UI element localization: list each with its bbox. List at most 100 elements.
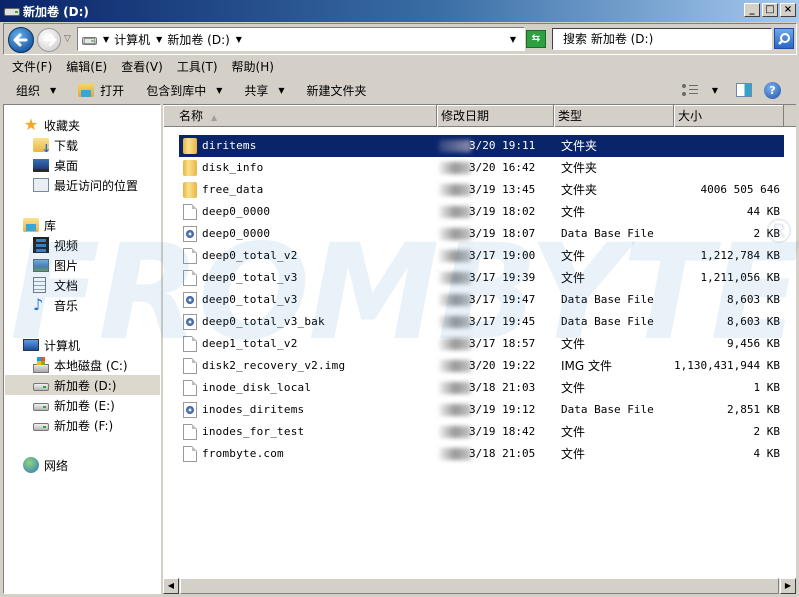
blurred-date-year xyxy=(439,184,471,196)
recent-pages-dropdown[interactable]: ▽ xyxy=(64,34,71,44)
search-button[interactable] xyxy=(774,28,794,49)
breadcrumb-separator[interactable]: ▼ xyxy=(103,35,109,44)
scroll-left-button[interactable]: ◀ xyxy=(163,578,179,594)
nav-pictures[interactable]: 图片 xyxy=(33,255,78,275)
file-row[interactable]: diritems 3/20 19:11 文件夹 xyxy=(163,135,796,157)
file-row[interactable]: deep0_total_v2 3/17 19:00 文件 1,212,784 KB xyxy=(163,245,796,267)
nav-label: 图片 xyxy=(54,258,79,273)
nav-libraries[interactable]: 库 xyxy=(23,215,56,235)
nav-label: 视频 xyxy=(54,238,79,253)
scrollbar-thumb[interactable] xyxy=(180,578,779,594)
file-row[interactable]: deep1_total_v2 3/17 18:57 文件 9,456 KB xyxy=(163,333,796,355)
nav-documents[interactable]: 文档 xyxy=(33,275,78,295)
file-row[interactable]: inodes_diritems 3/19 19:12 Data Base File 2… xyxy=(163,399,796,421)
search-input[interactable]: 搜索 新加卷 (D:) xyxy=(552,28,772,50)
organize-button[interactable]: 组织 ▼ xyxy=(16,82,56,99)
file-row[interactable]: deep0_0000 3/19 18:02 文件 44 KB xyxy=(163,201,796,223)
minimize-button[interactable]: _ xyxy=(744,3,760,17)
view-options-icon[interactable] xyxy=(681,84,698,96)
nav-label: 计算机 xyxy=(44,338,81,353)
view-dropdown-button[interactable]: ▼ xyxy=(712,86,718,95)
nav-computer[interactable]: 计算机 xyxy=(23,335,80,355)
nav-network[interactable]: 网络 xyxy=(23,455,68,475)
scroll-right-button[interactable]: ▶ xyxy=(780,578,796,594)
menu-edit[interactable]: 编辑(E) xyxy=(66,58,107,75)
share-button[interactable]: 共享 ▼ xyxy=(244,82,284,99)
blurred-date-year xyxy=(439,316,471,328)
file-type: 文件夹 xyxy=(561,161,598,175)
horizontal-scrollbar[interactable]: ◀ ▶ xyxy=(163,577,796,594)
file-size: 1 KB xyxy=(753,381,781,394)
column-header-size[interactable]: 大小 xyxy=(674,105,784,127)
back-button[interactable] xyxy=(8,27,34,53)
drive-icon xyxy=(4,8,20,16)
nav-drive-e[interactable]: 新加卷 (E:) xyxy=(33,395,115,415)
menu-file[interactable]: 文件(F) xyxy=(12,58,52,75)
file-icon xyxy=(183,380,197,396)
file-date: 3/17 19:45 xyxy=(469,315,536,328)
recent-places-icon xyxy=(33,178,49,192)
pictures-icon xyxy=(33,258,49,272)
file-row[interactable]: deep0_total_v3_bak 3/17 19:45 Data Base Fi… xyxy=(163,311,796,333)
file-size: 8,603 KB xyxy=(727,315,780,328)
file-row[interactable]: inodes_for_test 3/19 18:42 文件 2 KB xyxy=(163,421,796,443)
file-icon xyxy=(183,446,197,462)
nav-recent-places[interactable]: 最近访问的位置 xyxy=(33,175,138,195)
file-icon xyxy=(183,248,197,264)
nav-downloads[interactable]: 下载 xyxy=(33,135,78,155)
breadcrumb-separator[interactable]: ▼ xyxy=(236,35,242,44)
menu-view[interactable]: 查看(V) xyxy=(121,58,163,75)
breadcrumb-separator[interactable]: ▼ xyxy=(156,35,162,44)
command-bar: 组织 ▼ 打开 包含到库中 ▼ 共享 ▼ 新建文件夹 ▼ ? xyxy=(0,78,799,102)
file-row[interactable]: frombyte.com 3/18 21:05 文件 4 KB xyxy=(163,443,796,465)
file-row[interactable]: deep0_total_v3 3/17 19:39 文件 1,211,056 KB xyxy=(163,267,796,289)
navigation-bar: ▽ ▼ 计算机 ▼ 新加卷 (D:) ▼ ▼ ⇆ 搜索 新加卷 (D:) xyxy=(3,23,797,55)
column-header-name[interactable]: 名称 ▲ xyxy=(163,105,437,127)
nav-label: 文档 xyxy=(54,278,79,293)
refresh-button[interactable]: ⇆ xyxy=(526,30,546,48)
file-row[interactable]: deep0_total_v3 3/17 19:47 Data Base File 8,… xyxy=(163,289,796,311)
file-icon xyxy=(183,336,197,352)
blurred-date-year xyxy=(439,162,471,174)
maximize-button[interactable]: □ xyxy=(762,3,778,17)
new-folder-button[interactable]: 新建文件夹 xyxy=(307,82,367,99)
close-button[interactable]: × xyxy=(780,3,796,17)
forward-button[interactable] xyxy=(37,28,61,52)
nav-music[interactable]: ♪ 音乐 xyxy=(33,295,78,315)
nav-drive-d[interactable]: 新加卷 (D:) xyxy=(5,375,160,395)
include-in-library-button[interactable]: 包含到库中 ▼ xyxy=(146,82,222,99)
documents-icon xyxy=(33,277,46,293)
preview-pane-icon[interactable] xyxy=(736,83,752,97)
nav-videos[interactable]: 视频 xyxy=(33,235,78,255)
menu-help[interactable]: 帮助(H) xyxy=(232,58,274,75)
file-name: deep1_total_v2 xyxy=(202,337,298,350)
blurred-date-year xyxy=(439,140,471,152)
nav-drive-f[interactable]: 新加卷 (F:) xyxy=(33,415,113,435)
drive-icon xyxy=(33,423,49,431)
network-icon xyxy=(23,457,39,473)
menu-tools[interactable]: 工具(T) xyxy=(177,58,218,75)
file-date: 3/19 18:02 xyxy=(469,205,536,218)
open-button[interactable]: 打开 xyxy=(78,82,124,99)
blurred-date-year xyxy=(439,272,471,284)
breadcrumb-drive-d[interactable]: 新加卷 (D:) xyxy=(167,31,229,48)
address-bar[interactable]: ▼ 计算机 ▼ 新加卷 (D:) ▼ ▼ xyxy=(77,27,525,51)
file-row[interactable]: inode_disk_local 3/18 21:03 文件 1 KB xyxy=(163,377,796,399)
system-drive-icon xyxy=(33,356,49,373)
file-name: disk_info xyxy=(202,161,264,174)
nav-desktop[interactable]: 桌面 xyxy=(33,155,78,175)
file-row[interactable]: disk_info 3/20 16:42 文件夹 xyxy=(163,157,796,179)
nav-favorites[interactable]: ★ 收藏夹 xyxy=(23,115,80,135)
file-row[interactable]: free_data 3/19 13:45 文件夹 4006 505 646 xyxy=(163,179,796,201)
title-bar: 新加卷 (D:) _ □ × xyxy=(0,0,799,22)
address-history-dropdown[interactable]: ▼ xyxy=(510,35,516,44)
column-header-type[interactable]: 类型 xyxy=(554,105,674,127)
file-row[interactable]: deep0_0000 3/19 18:07 Data Base File 2 KB xyxy=(163,223,796,245)
file-type: IMG 文件 xyxy=(561,359,613,373)
breadcrumb-computer[interactable]: 计算机 xyxy=(114,31,150,48)
file-row[interactable]: disk2_recovery_v2.img 3/20 19:22 IMG 文件 1,1… xyxy=(163,355,796,377)
column-header-date[interactable]: 修改日期 xyxy=(437,105,554,127)
nav-drive-c[interactable]: 本地磁盘 (C:) xyxy=(33,355,128,375)
help-icon[interactable]: ? xyxy=(764,81,781,99)
database-file-icon xyxy=(183,226,197,242)
